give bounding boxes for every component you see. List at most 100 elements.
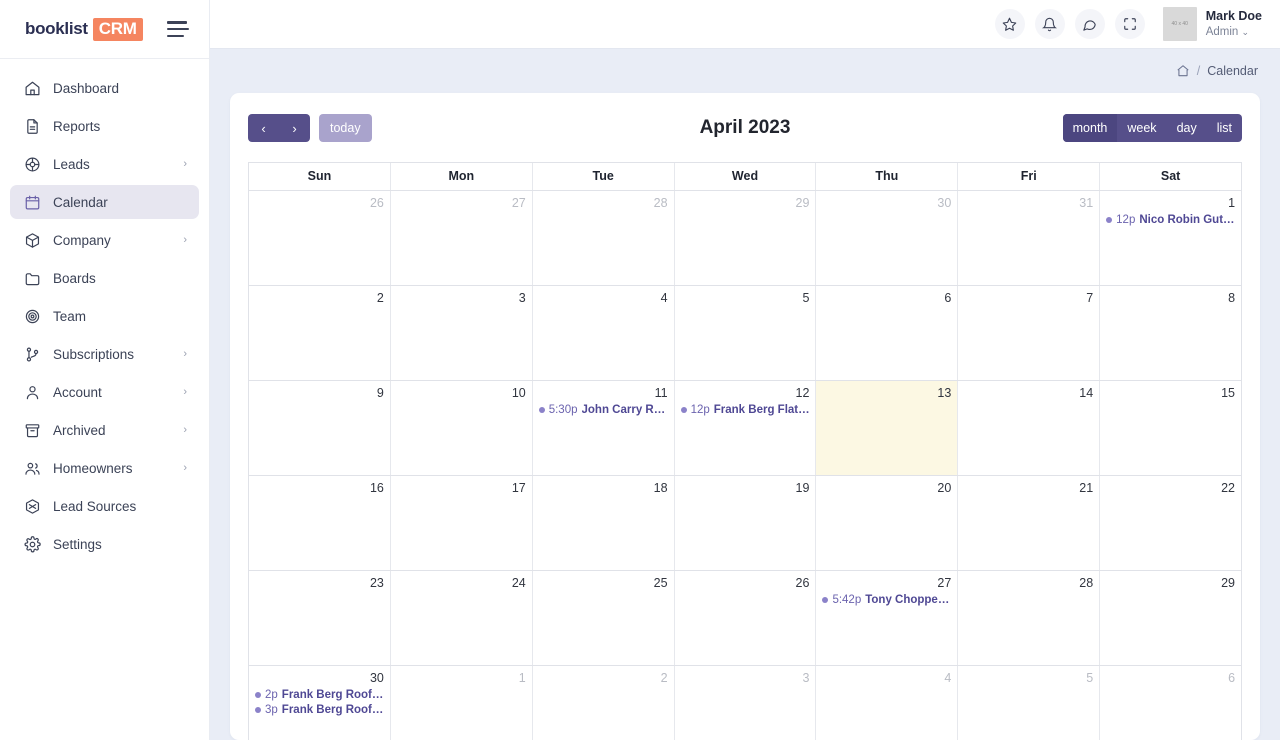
calendar-event[interactable]: 5:42pTony Chopper Ro… xyxy=(818,593,955,607)
sidebar-item-leads[interactable]: Leads › xyxy=(10,147,199,181)
calendar-day-cell[interactable]: 4 xyxy=(816,666,959,740)
sidebar-item-label: Dashboard xyxy=(53,80,120,96)
calendar-day-cell[interactable]: 11 5:30pJohn Carry Roofi… xyxy=(533,381,675,475)
calendar-event[interactable]: 3pFrank Berg Roofing … xyxy=(251,703,388,717)
view-button-month[interactable]: month xyxy=(1062,114,1118,142)
hamburger-icon[interactable] xyxy=(167,21,189,37)
day-number: 27 xyxy=(511,196,526,210)
sidebar-item-dashboard[interactable]: Dashboard xyxy=(10,71,199,105)
calendar-day-cell[interactable]: 2 xyxy=(533,666,675,740)
event-title: Frank Berg Roofing … xyxy=(281,689,385,701)
view-button-list[interactable]: list xyxy=(1207,114,1242,142)
sidebar-item-label: Calendar xyxy=(53,194,108,210)
calendar-day-cell[interactable]: 21 xyxy=(958,476,1101,570)
calendar-day-cell[interactable]: 10 xyxy=(391,381,533,475)
calendar-day-cell[interactable]: 13 xyxy=(816,381,959,475)
sidebar-item-lead-sources[interactable]: Lead Sources xyxy=(10,489,199,523)
bell-icon[interactable] xyxy=(1034,9,1065,39)
day-number: 26 xyxy=(795,576,810,590)
calendar-event[interactable]: 2pFrank Berg Roofing … xyxy=(251,688,388,702)
calendar-day-cell[interactable]: 5 xyxy=(675,286,817,380)
calendar-day-cell[interactable]: 29 xyxy=(675,191,817,285)
today-button[interactable]: today xyxy=(319,114,372,142)
calendar-day-cell[interactable]: 302pFrank Berg Roofing …3pFrank Berg Roo… xyxy=(249,666,391,740)
people-icon xyxy=(24,460,41,477)
calendar-day-cell[interactable]: 1 xyxy=(391,666,533,740)
calendar-day-cell[interactable]: 16 xyxy=(249,476,391,570)
calendar-day-cell[interactable]: 26 xyxy=(249,191,391,285)
calendar-day-cell[interactable]: 2 xyxy=(249,286,391,380)
calendar-day-cell[interactable]: 6 xyxy=(1100,666,1241,740)
calendar-event[interactable]: 12pNico Robin Gutter I… xyxy=(1102,213,1239,227)
gear-icon xyxy=(24,535,41,553)
calendar-day-cell[interactable]: 4 xyxy=(533,286,675,380)
calendar-day-cell[interactable]: 17 xyxy=(391,476,533,570)
calendar-day-cell[interactable]: 28 xyxy=(533,191,675,285)
sidebar-item-boards[interactable]: Boards xyxy=(10,261,199,295)
fullscreen-icon[interactable] xyxy=(1114,9,1145,39)
sidebar-item-account[interactable]: Account › xyxy=(10,375,199,409)
calendar-day-cell[interactable]: 23 xyxy=(249,571,391,665)
calendar-day-cell[interactable]: 28 xyxy=(958,571,1101,665)
calendar-day-cell[interactable]: 18 xyxy=(533,476,675,570)
brand-logo[interactable]: booklist CRM xyxy=(25,17,143,41)
sidebar-item-homeowners[interactable]: Homeowners › xyxy=(10,451,199,485)
sidebar-item-archived[interactable]: Archived › xyxy=(10,413,199,447)
day-number: 28 xyxy=(653,196,668,210)
calendar-day-cell[interactable]: 9 xyxy=(249,381,391,475)
sidebar-item-calendar[interactable]: Calendar xyxy=(10,185,199,219)
calendar-event[interactable]: 12pFrank Berg Flat Ro… xyxy=(677,403,814,417)
calendar-day-cell[interactable]: 15 xyxy=(1100,381,1241,475)
day-number: 10 xyxy=(511,386,526,400)
hexagon-icon xyxy=(24,498,41,515)
calendar-day-cell[interactable]: 22 xyxy=(1100,476,1241,570)
calendar-day-cell[interactable]: 3 xyxy=(391,286,533,380)
calendar-day-cell[interactable]: 6 xyxy=(816,286,959,380)
calendar-day-cell[interactable]: 12 12pFrank Berg Flat Ro… xyxy=(675,381,817,475)
event-dot-icon xyxy=(822,597,829,603)
calendar-day-cell[interactable]: 25 xyxy=(533,571,675,665)
event-time: 2p xyxy=(265,689,278,701)
sidebar-item-reports[interactable]: Reports xyxy=(10,109,199,143)
calendar-day-cell[interactable]: 20 xyxy=(816,476,959,570)
calendar-day-cell[interactable]: 24 xyxy=(391,571,533,665)
calendar-day-cell[interactable]: 19 xyxy=(675,476,817,570)
user-name: Mark Doe xyxy=(1205,9,1262,23)
sidebar-item-team[interactable]: Team xyxy=(10,299,199,333)
chat-icon[interactable] xyxy=(1074,9,1105,39)
user-role-text: Admin xyxy=(1205,25,1239,38)
prev-month-button[interactable]: ‹ xyxy=(248,114,279,142)
sidebar-item-settings[interactable]: Settings xyxy=(10,527,199,561)
calendar-event[interactable]: 5:30pJohn Carry Roofi… xyxy=(535,403,672,417)
calendar-day-cell[interactable]: 27 xyxy=(391,191,533,285)
day-number: 25 xyxy=(653,576,668,590)
view-button-week[interactable]: week xyxy=(1117,114,1166,142)
view-button-day[interactable]: day xyxy=(1167,114,1207,142)
day-number: 26 xyxy=(369,196,384,210)
sidebar-item-subscriptions[interactable]: Subscriptions › xyxy=(10,337,199,371)
weekday-header-thu: Thu xyxy=(816,163,959,190)
calendar-day-cell[interactable]: 26 xyxy=(675,571,817,665)
calendar-icon xyxy=(24,194,41,211)
calendar-day-cell[interactable]: 27 5:42pTony Chopper Ro… xyxy=(816,571,959,665)
calendar-day-cell[interactable]: 7 xyxy=(958,286,1101,380)
star-icon[interactable] xyxy=(994,9,1025,39)
calendar-day-cell[interactable]: 1 12pNico Robin Gutter I… xyxy=(1100,191,1241,285)
calendar-day-cell[interactable]: 14 xyxy=(958,381,1101,475)
calendar-day-cell[interactable]: 31 xyxy=(958,191,1101,285)
home-icon[interactable] xyxy=(1176,64,1190,78)
sidebar-item-label: Subscriptions xyxy=(53,346,135,362)
day-number: 6 xyxy=(1228,671,1236,685)
sidebar-item-company[interactable]: Company › xyxy=(10,223,199,257)
user-menu[interactable]: 40 x 40 Mark Doe Admin ⌄ xyxy=(1162,7,1262,41)
event-dot-icon xyxy=(680,407,687,413)
next-month-button[interactable]: › xyxy=(279,114,310,142)
breadcrumb-separator: / xyxy=(1196,64,1201,78)
calendar-day-cell[interactable]: 8 xyxy=(1100,286,1241,380)
calendar-day-cell[interactable]: 5 xyxy=(958,666,1101,740)
calendar-day-cell[interactable]: 3 xyxy=(675,666,817,740)
calendar-day-cell[interactable]: 30 xyxy=(816,191,959,285)
topbar: 40 x 40 Mark Doe Admin ⌄ xyxy=(210,0,1280,48)
calendar-day-cell[interactable]: 29 xyxy=(1100,571,1241,665)
day-number: 8 xyxy=(1228,291,1236,305)
